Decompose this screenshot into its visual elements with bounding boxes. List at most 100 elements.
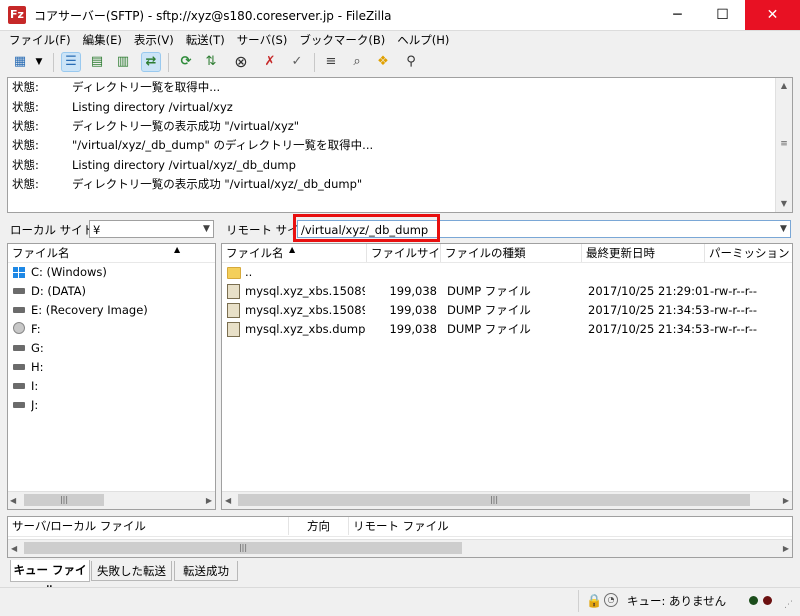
local-path-input[interactable]: ¥	[89, 220, 214, 238]
reconnect-icon[interactable]: ✓	[287, 52, 307, 72]
drive-icon	[13, 307, 25, 313]
dump-file-icon	[227, 284, 240, 299]
log-scrollbar[interactable]: ▲ ≡ ▼	[775, 78, 792, 212]
table-row[interactable]: mysql.xyz_xbs.15089... 199,038 DUMP ファイル…	[222, 301, 792, 320]
activity-indicator-icon	[749, 596, 758, 605]
list-item[interactable]: D: (DATA)	[8, 282, 215, 301]
table-row[interactable]: mysql.xyz_xbs.15089... 199,038 DUMP ファイル…	[222, 282, 792, 301]
remote-column-type[interactable]: ファイルの種類	[441, 244, 582, 262]
scroll-grip-icon[interactable]: ≡	[778, 140, 790, 149]
menu-file[interactable]: ファイル(F)	[0, 31, 77, 50]
queue-column-server[interactable]: サーバ/ローカル ファイル	[8, 517, 289, 535]
scroll-grip-icon[interactable]: |||	[24, 494, 104, 506]
tab-failed-transfers[interactable]: 失敗した転送	[91, 561, 172, 581]
cancel-operation-icon[interactable]: ⊗	[231, 52, 251, 72]
tab-successful-transfers[interactable]: 転送成功	[174, 561, 238, 581]
refresh-icon[interactable]: ⟳	[176, 52, 196, 72]
list-item[interactable]: I:	[8, 377, 215, 396]
menu-edit[interactable]: 編集(E)	[77, 31, 128, 50]
windows-drive-icon	[13, 267, 25, 278]
toolbar-separator	[53, 53, 54, 72]
cd-drive-icon	[13, 322, 25, 334]
log-entry: 状態: Listing directory /virtual/xyz/_db_du…	[12, 158, 296, 172]
dump-file-icon	[227, 303, 240, 318]
menu-bookmarks[interactable]: ブックマーク(B)	[293, 31, 391, 50]
list-item[interactable]: G:	[8, 339, 215, 358]
scroll-left-arrow-icon[interactable]: ◀	[225, 492, 231, 509]
site-manager-icon[interactable]: ▦	[10, 52, 30, 72]
scroll-left-arrow-icon[interactable]: ◀	[10, 492, 16, 509]
remote-header-row: ファイル名 ▲ ファイルサイズ ファイルの種類 最終更新日時 パーミッション	[222, 244, 792, 263]
window-title: コアサーバー(SFTP) - sftp://xyz@s180.coreserve…	[34, 9, 392, 23]
chevron-down-icon[interactable]: ▼	[776, 220, 791, 238]
drive-icon	[13, 383, 25, 389]
directory-comparison-icon[interactable]: ⌕	[347, 52, 367, 72]
list-item[interactable]: J:	[8, 396, 215, 415]
remote-column-permissions[interactable]: パーミッション	[705, 244, 792, 262]
drive-icon	[13, 402, 25, 408]
synchronized-browsing-icon[interactable]: ❖	[373, 52, 393, 72]
local-site-bar: ローカル サイト: ¥ ▼	[7, 219, 214, 241]
menu-view[interactable]: 表示(V)	[128, 31, 180, 50]
remote-column-size[interactable]: ファイルサイズ	[367, 244, 441, 262]
transfer-queue: サーバ/ローカル ファイル 方向 リモート ファイル ◀ ||| ▶	[7, 516, 793, 558]
log-entry: 状態: "/virtual/xyz/_db_dump" のディレクトリ一覧を取得中…	[12, 138, 374, 152]
log-entry: 状態: ディレクトリ一覧を取得中...	[12, 80, 221, 94]
maximize-button[interactable]: ☐	[700, 0, 745, 30]
table-row[interactable]: mysql.xyz_xbs.dump 199,038 DUMP ファイル 201…	[222, 320, 792, 339]
local-file-pane: ファイル名 ▲ C: (Windows) D: (DATA) E: (Recov…	[7, 243, 216, 510]
close-button[interactable]: ✕	[745, 0, 800, 30]
scroll-right-arrow-icon[interactable]: ▶	[206, 492, 212, 509]
log-entry: 状態: ディレクトリ一覧の表示成功 "/virtual/xyz"	[12, 119, 300, 133]
scroll-grip-icon[interactable]: |||	[24, 542, 462, 554]
menu-server[interactable]: サーバ(S)	[231, 31, 294, 50]
remote-horizontal-scrollbar[interactable]: ◀ ||| ▶	[222, 491, 792, 509]
local-column-name[interactable]: ファイル名	[8, 244, 215, 262]
chevron-down-icon[interactable]: ▼	[199, 220, 214, 238]
scroll-up-arrow-icon[interactable]: ▲	[776, 78, 792, 94]
local-header-row: ファイル名 ▲	[8, 244, 215, 263]
resize-grip-icon: ⋰	[784, 600, 793, 610]
lock-icon[interactable]: 🔒	[586, 594, 602, 609]
sort-ascending-icon: ▲	[174, 245, 181, 254]
drive-icon	[13, 288, 25, 294]
title-bar: Fz コアサーバー(SFTP) - sftp://xyz@s180.corese…	[0, 0, 800, 31]
scroll-down-arrow-icon[interactable]: ▼	[776, 196, 792, 212]
queue-column-direction[interactable]: 方向	[289, 517, 349, 535]
tab-queued-files[interactable]: キュー ファイル	[10, 560, 90, 597]
menu-transfer[interactable]: 転送(T)	[180, 31, 231, 50]
local-horizontal-scrollbar[interactable]: ◀ ||| ▶	[8, 491, 215, 509]
highlight-box	[293, 214, 440, 242]
scroll-grip-icon[interactable]: |||	[238, 494, 750, 506]
scroll-right-arrow-icon[interactable]: ▶	[783, 492, 789, 509]
search-remote-files-icon[interactable]: ⚲	[401, 52, 421, 72]
toggle-queue-icon[interactable]: ⇄	[141, 52, 161, 72]
toggle-remote-tree-icon[interactable]: ▥	[113, 52, 133, 72]
dump-file-icon	[227, 322, 240, 337]
folder-icon	[227, 267, 241, 279]
status-separator	[578, 590, 579, 612]
list-item[interactable]: H:	[8, 358, 215, 377]
toggle-local-tree-icon[interactable]: ▤	[87, 52, 107, 72]
site-manager-dropdown-icon[interactable]: ▼	[33, 52, 45, 72]
queue-column-remote[interactable]: リモート ファイル	[349, 517, 792, 535]
toggle-message-log-icon[interactable]: ☰	[61, 52, 81, 72]
drive-icon	[13, 345, 25, 351]
toolbar: ▦ ▼ ☰ ▤ ▥ ⇄ ⟳ ⇅ ⊗ ✗ ✓ ≡ ⌕ ❖ ⚲	[0, 49, 800, 76]
list-item[interactable]: F:	[8, 320, 215, 339]
queue-horizontal-scrollbar[interactable]: ◀ ||| ▶	[8, 539, 792, 557]
queue-header-row: サーバ/ローカル ファイル 方向 リモート ファイル	[8, 517, 792, 537]
directory-filter-icon[interactable]: ≡	[321, 52, 341, 72]
table-row[interactable]: ..	[222, 263, 792, 282]
process-queue-icon[interactable]: ⇅	[201, 52, 221, 72]
speed-limit-icon[interactable]: ◔	[604, 593, 618, 607]
minimize-button[interactable]: ─	[655, 0, 700, 30]
list-item[interactable]: C: (Windows)	[8, 263, 215, 282]
message-log: 状態: ディレクトリ一覧を取得中... 状態: Listing directory …	[7, 77, 793, 213]
scroll-right-arrow-icon[interactable]: ▶	[783, 540, 789, 557]
menu-help[interactable]: ヘルプ(H)	[391, 31, 455, 50]
scroll-left-arrow-icon[interactable]: ◀	[11, 540, 17, 557]
remote-column-modified[interactable]: 最終更新日時	[582, 244, 705, 262]
list-item[interactable]: E: (Recovery Image)	[8, 301, 215, 320]
disconnect-icon[interactable]: ✗	[260, 52, 280, 72]
